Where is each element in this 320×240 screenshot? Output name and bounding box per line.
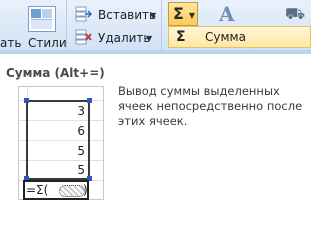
delete-cells-icon[interactable]	[75, 29, 93, 45]
ribbon-partial-label: ать	[0, 36, 22, 50]
cell-value: 5	[77, 144, 85, 158]
selection-handle	[87, 98, 92, 103]
delete-button-label[interactable]: Удалить	[98, 31, 151, 45]
sum-formula-cell: =Σ( )	[23, 180, 89, 200]
text-a-icon[interactable]: A	[219, 2, 235, 26]
formula-prefix: =Σ(	[26, 183, 49, 197]
insert-cells-icon[interactable]	[75, 6, 93, 22]
styles-icon[interactable]	[28, 6, 56, 32]
sigma-icon: Σ	[173, 4, 184, 23]
sigma-icon: Σ	[176, 29, 186, 45]
cell-value: 5	[77, 163, 85, 177]
range-placeholder	[59, 185, 85, 197]
ribbon-separator	[161, 0, 162, 50]
autosum-button[interactable]: Σ ▼	[168, 2, 198, 26]
cell-value: 3	[77, 104, 85, 118]
tooltip-title: Сумма (Alt+=)	[6, 66, 105, 80]
tooltip-description: Вывод суммы выделенных ячеек непосредств…	[118, 84, 303, 128]
menu-item-sum-label: Сумма	[205, 30, 246, 44]
selection-handle	[24, 98, 29, 103]
insert-button-label[interactable]: Вставить	[98, 8, 156, 22]
ribbon-separator	[66, 0, 67, 50]
menu-item-sum[interactable]: Σ Сумма	[168, 26, 311, 48]
cell-value: 6	[77, 124, 85, 138]
delete-dropdown-arrow-icon[interactable]: ▼	[146, 34, 152, 43]
styles-button-label[interactable]: Стили	[28, 36, 67, 50]
insert-dropdown-arrow-icon[interactable]: ▼	[150, 11, 156, 20]
autosum-dropdown-arrow-icon[interactable]: ▼	[189, 11, 195, 20]
find-binoculars-icon[interactable]: ⛟	[285, 4, 305, 25]
formula-suffix: )	[83, 183, 88, 197]
